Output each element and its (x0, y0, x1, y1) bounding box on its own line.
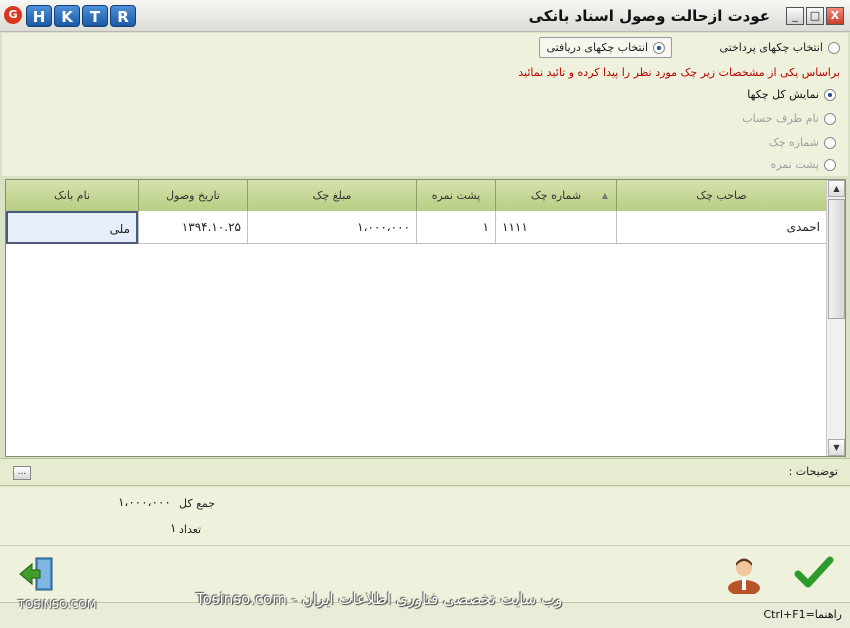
notes-more-button[interactable]: ... (13, 466, 31, 480)
window-title: عودت ازحالت وصول اسناد بانکی (528, 7, 770, 25)
hktr-t-button[interactable]: T (82, 5, 108, 27)
paid-checks-option[interactable]: انتخاب چکهای پرداختی (719, 41, 840, 54)
received-checks-label: انتخاب چکهای دریافتی (546, 41, 648, 54)
check-number-label: شماره چک (768, 136, 819, 149)
col-bank[interactable]: نام بانک (6, 180, 138, 211)
col-check-number-label: شماره چک (530, 189, 582, 202)
help-shortcut: راهنما=Ctrl+F1 (763, 608, 842, 621)
sort-asc-icon: ▲ (601, 191, 608, 200)
accept-check-icon[interactable] (794, 556, 834, 590)
title-bar: G H K T R عودت ازحالت وصول اسناد بانکی _… (0, 0, 850, 32)
cell-amount[interactable]: ۱،۰۰۰،۰۰۰ (247, 211, 416, 244)
account-name-radio[interactable] (824, 113, 836, 125)
col-amount[interactable]: مبلغ چک (247, 180, 416, 211)
filter-account-name[interactable]: نام طرف حساب (742, 112, 836, 125)
app-logo-icon: G (4, 6, 22, 24)
totals-panel: جمع کل ۱،۰۰۰،۰۰۰ تعداد ۱ (0, 487, 850, 545)
cell-receive-date[interactable]: ۱۳۹۴.۱۰.۲۵ (138, 211, 247, 244)
sum-label: جمع کل (179, 497, 216, 510)
hktr-h-button[interactable]: H (26, 5, 52, 27)
table-row[interactable]: احمدی ۱۱۱۱ ۱ ۱،۰۰۰،۰۰۰ ۱۳۹۴.۱۰.۲۵ ملی (6, 211, 826, 244)
scroll-thumb[interactable] (828, 199, 845, 319)
notes-bar: توضیحات : ... (0, 458, 850, 486)
filter-check-number[interactable]: شماره چک (769, 136, 836, 149)
exit-door-icon[interactable] (18, 556, 56, 592)
cell-owner[interactable]: احمدی (616, 211, 826, 244)
hktr-r-button[interactable]: R (110, 5, 136, 27)
received-checks-radio[interactable] (653, 42, 665, 54)
status-bar: TOSINSO.COM وب سایت تخصصی فناوری اطلاعات… (0, 590, 850, 628)
account-name-label: نام طرف حساب (742, 112, 819, 125)
filter-back-number[interactable]: پشت نمره (771, 158, 836, 171)
user-avatar-icon[interactable] (726, 554, 762, 596)
filter-panel: انتخاب چکهای پرداختی انتخاب چکهای دریافت… (2, 33, 848, 176)
col-owner[interactable]: صاحب چک (616, 180, 826, 211)
close-button[interactable]: X (826, 7, 844, 25)
col-back-number[interactable]: پشت نمره (416, 180, 495, 211)
scroll-down-icon[interactable]: ▼ (828, 439, 845, 456)
col-check-number[interactable]: ▲ شماره چک (495, 180, 616, 211)
col-receive-date[interactable]: تاریخ وصول (138, 180, 247, 211)
hktr-k-button[interactable]: K (54, 5, 80, 27)
check-number-radio[interactable] (824, 137, 836, 149)
count-value: ۱ (170, 521, 177, 535)
scroll-up-icon[interactable]: ▲ (828, 180, 845, 197)
search-hint: براساس یکی از مشخصات زیر چک مورد نظر را … (518, 66, 840, 79)
back-number-radio[interactable] (824, 159, 836, 171)
back-number-label: پشت نمره (770, 158, 819, 171)
watermark-center: وب سایت تخصصی فناوری اطلاعات ایران - Tos… (196, 590, 563, 608)
paid-checks-radio[interactable] (828, 42, 840, 54)
filter-show-all[interactable]: نمایش کل چکها (747, 88, 836, 101)
paid-checks-label: انتخاب چکهای پرداختی (719, 41, 823, 54)
show-all-radio[interactable] (824, 89, 836, 101)
maximize-button[interactable]: □ (806, 7, 824, 25)
grid-header: صاحب چک ▲ شماره چک پشت نمره مبلغ چک تاری… (6, 180, 826, 211)
grid-scrollbar[interactable]: ▲ ▼ (826, 180, 845, 456)
count-label: تعداد (179, 523, 202, 536)
cell-check-number[interactable]: ۱۱۱۱ (495, 211, 616, 244)
watermark-left: TOSINSO.COM (18, 598, 97, 611)
sum-value: ۱،۰۰۰،۰۰۰ (118, 495, 171, 509)
checks-grid[interactable]: صاحب چک ▲ شماره چک پشت نمره مبلغ چک تاری… (5, 179, 846, 457)
show-all-label: نمایش کل چکها (747, 88, 819, 101)
received-checks-option[interactable]: انتخاب چکهای دریافتی (539, 37, 672, 58)
minimize-button[interactable]: _ (786, 7, 804, 25)
cell-back-number[interactable]: ۱ (416, 211, 495, 244)
notes-label: توضیحات : (788, 465, 838, 478)
cell-bank[interactable]: ملی (6, 211, 138, 244)
